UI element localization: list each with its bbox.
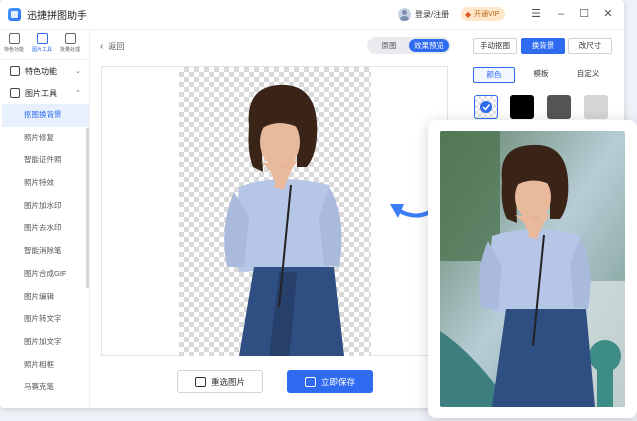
tab-batch-label: 批量处理	[59, 47, 80, 53]
tab-features-label: 特色功能	[3, 47, 24, 53]
sidebar-item-add-text[interactable]: 图片加文字	[0, 331, 89, 354]
features-icon	[10, 66, 20, 76]
sidebar-item-frame[interactable]: 照片相框	[0, 354, 89, 377]
batch-icon	[64, 33, 76, 44]
section-features-label: 特色功能	[25, 66, 57, 76]
vip-label: 开通VIP	[474, 11, 500, 18]
maximize-icon[interactable]: ☐	[576, 6, 592, 22]
transparent-preview	[179, 67, 371, 356]
sidebar-item-effects[interactable]: 照片特效	[0, 172, 89, 195]
back-button[interactable]: ‹ 返回	[100, 41, 124, 52]
chevron-left-icon: ‹	[100, 41, 104, 52]
sidebar-item-ocr[interactable]: 图片转文字	[0, 308, 89, 331]
sidebar-scrollbar[interactable]	[86, 128, 89, 288]
diamond-icon: ◆	[465, 9, 472, 19]
tab-template[interactable]: 模板	[520, 67, 562, 83]
sidebar-item-mosaic[interactable]: 马赛克笔	[0, 376, 89, 399]
chevron-up-icon: ⌃	[75, 90, 81, 97]
checkmark-icon	[480, 101, 492, 113]
sidebar-item-remove-watermark[interactable]: 图片去水印	[0, 217, 89, 240]
minimize-icon[interactable]: –	[553, 6, 569, 22]
close-icon[interactable]: ✕	[600, 6, 616, 22]
image-tool-icon	[36, 33, 48, 44]
login-link[interactable]: 登录/注册	[398, 8, 449, 21]
save-button[interactable]: 立即保存	[287, 370, 373, 393]
back-label: 返回	[108, 42, 125, 51]
tab-color[interactable]: 颜色	[473, 67, 515, 83]
sidebar-item-eraser[interactable]: 智能消除笔	[0, 240, 89, 263]
resize-button[interactable]: 改尺寸	[568, 38, 612, 54]
image-tools-icon	[10, 88, 20, 98]
manual-cutout-button[interactable]: 手动抠图	[473, 38, 517, 54]
sidebar-item-cutout[interactable]: 抠图换背景	[2, 104, 89, 127]
title-bar: 迅捷拼图助手 登录/注册 ◆ 开通VIP ☰ – ☐ ✕	[0, 0, 624, 30]
section-tools[interactable]: 图片工具 ⌃	[0, 82, 89, 104]
sidebar-top-tabs: 特色功能 图片工具 批量处理	[0, 30, 89, 60]
login-label: 登录/注册	[415, 10, 450, 19]
original-photo-image	[440, 131, 625, 407]
save-label: 立即保存	[320, 376, 355, 387]
sidebar-item-edit[interactable]: 图片编辑	[0, 286, 89, 309]
section-tools-label: 图片工具	[25, 88, 57, 98]
swatch-black[interactable]	[510, 95, 534, 119]
section-features[interactable]: 特色功能 ⌄	[0, 60, 89, 82]
swatch-transparent[interactable]	[474, 95, 498, 119]
grid-icon	[8, 33, 20, 44]
sidebar-item-add-watermark[interactable]: 图片加水印	[0, 195, 89, 218]
toggle-original[interactable]: 原图	[369, 39, 409, 52]
original-photo	[440, 131, 625, 407]
view-toggle: 原图 效果预览	[367, 37, 451, 54]
tab-batch[interactable]: 批量处理	[56, 30, 84, 59]
original-photo-card	[428, 120, 637, 418]
reselect-label: 重选图片	[210, 376, 245, 387]
tab-image-tools-label: 图片工具	[31, 47, 52, 53]
toggle-preview[interactable]: 效果预览	[409, 39, 449, 52]
chevron-down-icon: ⌄	[75, 68, 81, 75]
reselect-button[interactable]: 重选图片	[177, 370, 263, 393]
avatar	[398, 8, 411, 21]
swatch-gray[interactable]	[547, 95, 571, 119]
menu-icon[interactable]: ☰	[528, 6, 544, 22]
download-icon	[304, 376, 316, 387]
tab-features[interactable]: 特色功能	[0, 30, 28, 59]
cutout-person-image	[224, 84, 344, 356]
image-icon	[194, 376, 206, 387]
sidebar-item-id-photo[interactable]: 智能证件照	[0, 149, 89, 172]
sidebar-item-gif[interactable]: 图片合成GIF	[0, 263, 89, 286]
vip-button[interactable]: ◆ 开通VIP	[461, 7, 506, 21]
tab-custom[interactable]: 自定义	[567, 67, 609, 83]
swatch-light-gray[interactable]	[584, 95, 608, 119]
app-logo-icon	[8, 8, 21, 21]
sidebar-item-photo-repair[interactable]: 照片修复	[0, 127, 89, 150]
change-background-button[interactable]: 换背景	[521, 38, 565, 54]
left-sidebar: 特色功能 图片工具 批量处理 特色功能 ⌄ 图片工具 ⌃ 抠图换背景 照片修复 …	[0, 30, 90, 408]
tab-image-tools[interactable]: 图片工具	[28, 30, 56, 59]
app-title: 迅捷拼图助手	[27, 11, 87, 22]
